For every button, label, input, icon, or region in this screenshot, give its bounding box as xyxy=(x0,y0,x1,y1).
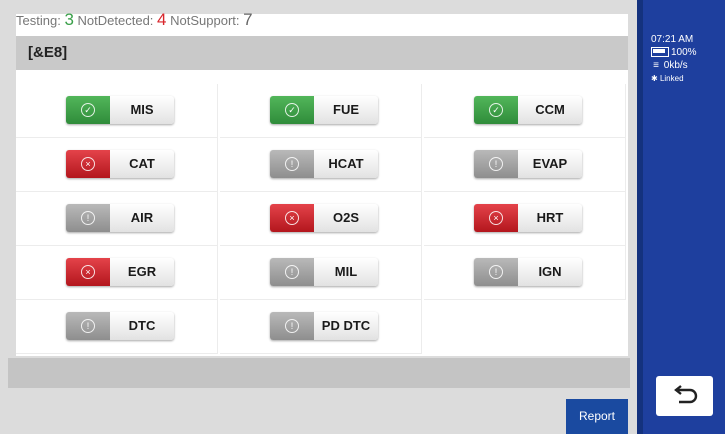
monitor-label: MIL xyxy=(314,258,378,286)
info-circle-icon: ! xyxy=(489,157,503,171)
bottom-bar xyxy=(8,358,630,388)
link-status: Linked xyxy=(659,74,684,83)
not-support-label: NotSupport: xyxy=(170,13,240,28)
status-badge: ! xyxy=(66,204,110,232)
testing-count: 3 xyxy=(64,10,74,29)
monitor-status-fue[interactable]: ✓ FUE xyxy=(270,96,378,124)
monitor-cell: ✓ FUE xyxy=(220,84,422,138)
group-title: [&E8] xyxy=(28,44,68,61)
status-badge: × xyxy=(270,204,314,232)
monitor-summary: Testing: 3 NotDetected: 4 NotSupport: 7 xyxy=(16,10,253,30)
monitor-label: IGN xyxy=(518,258,582,286)
monitor-label: HCAT xyxy=(314,150,378,178)
monitor-cell: ! MIL xyxy=(220,246,422,300)
x-circle-icon: × xyxy=(81,265,95,279)
monitor-status-mil[interactable]: ! MIL xyxy=(270,258,378,286)
status-badge: ! xyxy=(474,258,518,286)
info-circle-icon: ! xyxy=(81,211,95,225)
monitor-label: CCM xyxy=(518,96,582,124)
status-badge: ! xyxy=(474,150,518,178)
monitor-label: CAT xyxy=(110,150,174,178)
status-badge: ! xyxy=(270,258,314,286)
sidebar: 07:21 AM 100% ≡ 0kb/s ✱ Linked xyxy=(637,0,725,434)
monitor-cell: ! AIR xyxy=(16,192,218,246)
status-badge: × xyxy=(474,204,518,232)
status-panel: 07:21 AM 100% ≡ 0kb/s ✱ Linked xyxy=(651,33,697,85)
monitor-status-hrt[interactable]: × HRT xyxy=(474,204,582,232)
check-circle-icon: ✓ xyxy=(489,103,503,117)
main-panel: Testing: 3 NotDetected: 4 NotSupport: 7 … xyxy=(0,0,637,434)
monitor-cell: × CAT xyxy=(16,138,218,192)
monitor-cell: × O2S xyxy=(220,192,422,246)
monitor-cell: ! PD DTC xyxy=(220,300,422,354)
wifi-icon: ≡ xyxy=(653,60,659,71)
status-badge: ✓ xyxy=(66,96,110,124)
status-badge: ! xyxy=(270,150,314,178)
group-header: [&E8] xyxy=(16,36,628,70)
x-circle-icon: × xyxy=(81,157,95,171)
monitor-label: FUE xyxy=(314,96,378,124)
status-badge: × xyxy=(66,258,110,286)
monitor-label: AIR xyxy=(110,204,174,232)
testing-label: Testing: xyxy=(16,13,61,28)
info-circle-icon: ! xyxy=(81,319,95,333)
status-badge: ✓ xyxy=(474,96,518,124)
monitor-status-dtc[interactable]: ! DTC xyxy=(66,312,174,340)
x-circle-icon: × xyxy=(285,211,299,225)
info-circle-icon: ! xyxy=(285,319,299,333)
status-badge: ! xyxy=(66,312,110,340)
monitor-label: EVAP xyxy=(518,150,582,178)
monitor-status-ign[interactable]: ! IGN xyxy=(474,258,582,286)
check-circle-icon: ✓ xyxy=(81,103,95,117)
check-circle-icon: ✓ xyxy=(285,103,299,117)
monitor-label: EGR xyxy=(110,258,174,286)
monitor-cell: ✓ CCM xyxy=(424,84,626,138)
monitor-status-air[interactable]: ! AIR xyxy=(66,204,174,232)
monitor-status-hcat[interactable]: ! HCAT xyxy=(270,150,378,178)
monitor-cell: ! DTC xyxy=(16,300,218,354)
back-arrow-icon xyxy=(674,385,698,404)
monitor-status-cat[interactable]: × CAT xyxy=(66,150,174,178)
monitor-status-evap[interactable]: ! EVAP xyxy=(474,150,582,178)
back-button[interactable] xyxy=(656,376,713,416)
not-support-count: 7 xyxy=(243,10,253,29)
monitor-label: PD DTC xyxy=(314,312,378,340)
monitor-status-ccm[interactable]: ✓ CCM xyxy=(474,96,582,124)
monitor-label: HRT xyxy=(518,204,582,232)
status-badge: ✓ xyxy=(270,96,314,124)
battery-icon xyxy=(651,47,669,58)
info-circle-icon: ! xyxy=(285,157,299,171)
monitor-label: O2S xyxy=(314,204,378,232)
status-badge: ! xyxy=(270,312,314,340)
not-detected-label: NotDetected: xyxy=(77,13,154,28)
report-button[interactable]: Report xyxy=(566,399,628,434)
monitor-status-egr[interactable]: × EGR xyxy=(66,258,174,286)
status-badge: × xyxy=(66,150,110,178)
monitor-cell: ! IGN xyxy=(424,246,626,300)
x-circle-icon: × xyxy=(489,211,503,225)
monitor-cell: ! EVAP xyxy=(424,138,626,192)
clock: 07:21 AM xyxy=(651,34,694,45)
info-circle-icon: ! xyxy=(285,265,299,279)
monitor-status-o2s[interactable]: × O2S xyxy=(270,204,378,232)
monitor-cell: × HRT xyxy=(424,192,626,246)
battery-level: 100% xyxy=(671,47,697,58)
info-circle-icon: ! xyxy=(489,265,503,279)
not-detected-count: 4 xyxy=(157,10,167,29)
network-speed: 0kb/s xyxy=(663,60,688,71)
monitor-cell: ✓ MIS xyxy=(16,84,218,138)
monitor-status-mis[interactable]: ✓ MIS xyxy=(66,96,174,124)
monitor-label: DTC xyxy=(110,312,174,340)
monitor-cell: ! HCAT xyxy=(220,138,422,192)
bluetooth-icon: ✱ xyxy=(651,74,658,83)
monitor-status-pd-dtc[interactable]: ! PD DTC xyxy=(270,312,378,340)
monitor-label: MIS xyxy=(110,96,174,124)
monitor-cell: × EGR xyxy=(16,246,218,300)
